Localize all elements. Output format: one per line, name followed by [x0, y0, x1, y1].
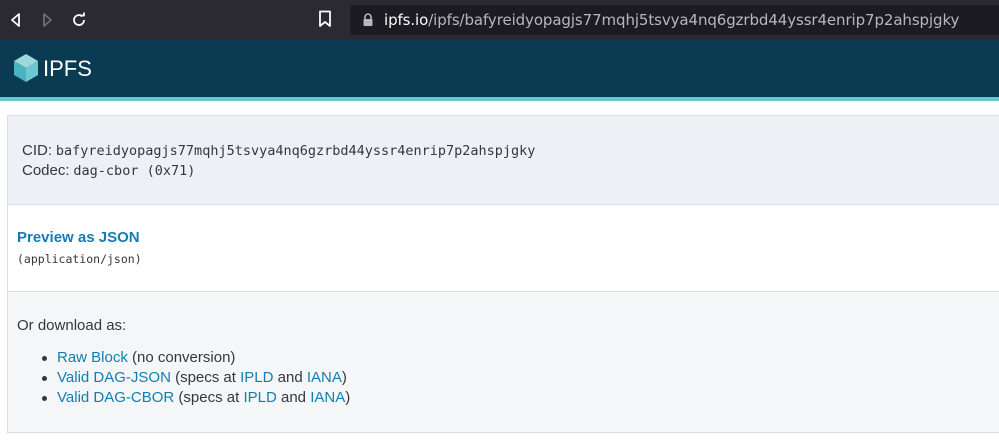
cid-label: CID: — [22, 142, 52, 159]
codec-line: Codec: dag-cbor (0x71) — [22, 162, 195, 179]
reload-button[interactable] — [67, 8, 91, 32]
dag-json-note: (specs at — [170, 369, 241, 386]
address-bar[interactable]: ipfs.io/ipfs/bafyreidyopagjs77mqhj5tsvya… — [350, 5, 999, 35]
url-text: ipfs.io/ipfs/bafyreidyopagjs77mqhj5tsvya… — [384, 11, 959, 29]
dag-cbor-close: ) — [345, 389, 351, 406]
dag-cbor-link[interactable]: Valid DAG-CBOR — [57, 389, 174, 406]
url-host: ipfs.io — [384, 11, 429, 29]
url-path: /ipfs/bafyreidyopagjs77mqhj5tsvya4nq6gzr… — [428, 11, 960, 29]
lock-icon — [362, 13, 374, 32]
dag-json-iana-link[interactable]: IANA — [307, 369, 342, 386]
codec-label: Codec: — [22, 162, 70, 179]
dag-cbor-iana-link[interactable]: IANA — [310, 389, 345, 406]
back-icon — [11, 13, 20, 27]
cid-line: CID: bafyreidyopagjs77mqhj5tsvya4nq6gzrb… — [22, 142, 535, 159]
bookmark-button[interactable] — [318, 10, 332, 33]
reload-icon — [73, 12, 85, 26]
raw-block-link[interactable]: Raw Block — [57, 349, 128, 366]
dag-cbor-note: (specs at — [174, 389, 244, 406]
back-button[interactable] — [4, 8, 28, 32]
bullet — [42, 356, 47, 361]
list-item: Raw Block (no conversion) — [17, 349, 350, 369]
download-list: Raw Block (no conversion) Valid DAG-JSON… — [17, 349, 350, 409]
preview-mime-type: (application/json) — [17, 252, 142, 266]
list-item: Valid DAG-CBOR (specs at IPLD and IANA) — [17, 389, 350, 409]
site-header — [0, 40, 999, 97]
bookmark-icon — [319, 10, 331, 27]
header-stripe — [0, 97, 999, 101]
bullet — [42, 396, 47, 401]
dag-cbor-ipld-link[interactable]: IPLD — [243, 389, 276, 406]
preview-panel — [7, 204, 999, 292]
cid-value: bafyreidyopagjs77mqhj5tsvya4nq6gzrbd44ys… — [55, 143, 536, 159]
list-item: Valid DAG-JSON (specs at IPLD and IANA) — [17, 369, 350, 389]
codec-value: dag-cbor (0x71) — [73, 163, 196, 179]
browser-toolbar: ipfs.io/ipfs/bafyreidyopagjs77mqhj5tsvya… — [0, 0, 999, 40]
ipfs-cube-icon — [12, 53, 40, 88]
bullet — [42, 376, 47, 381]
dag-cbor-and: and — [276, 389, 311, 406]
download-title: Or download as: — [17, 317, 127, 334]
brand-title[interactable]: IPFS — [43, 56, 92, 82]
forward-button[interactable] — [35, 8, 59, 32]
dag-json-close: ) — [341, 369, 347, 386]
dag-json-link[interactable]: Valid DAG-JSON — [57, 369, 171, 386]
dag-json-and: and — [273, 369, 307, 386]
cid-panel — [7, 115, 999, 205]
preview-json-link[interactable]: Preview as JSON — [17, 229, 140, 246]
forward-icon — [43, 13, 52, 27]
dag-json-ipld-link[interactable]: IPLD — [240, 369, 273, 386]
raw-block-note: (no conversion) — [127, 349, 236, 366]
